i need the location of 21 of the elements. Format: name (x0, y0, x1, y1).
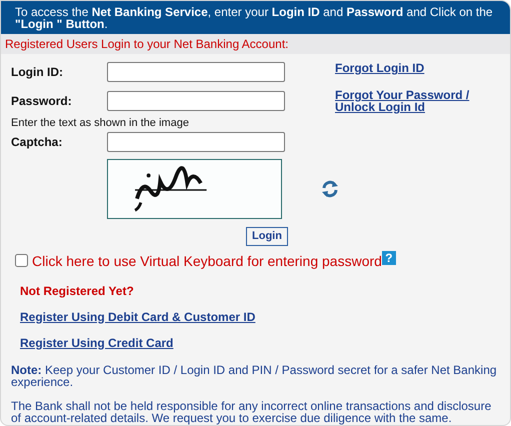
help-icon[interactable]: ? (382, 250, 396, 264)
field-label: Password: (11, 94, 73, 108)
virtual-keyboard-label[interactable]: Click here to use Virtual Keyboard for entering password (32, 252, 382, 268)
forgot-link[interactable]: Forgot Your Password / Unlock Login Id (335, 89, 510, 113)
captcha-field[interactable] (107, 132, 285, 152)
input-field[interactable] (107, 91, 285, 111)
register-link[interactable]: Register Using Debit Card & Customer ID (20, 310, 256, 324)
register-link[interactable]: Register Using Credit Card (20, 336, 174, 350)
refresh-icon[interactable] (320, 179, 340, 199)
note-text: Note: Keep your Customer ID / Login ID and PIN / Password secret for a safer Net Banking experience. (10, 364, 498, 388)
disclaimer-text: The Bank shall not be held responsible for any incorrect online transactions and disclosure of account-related details. We request you to exercise due diligence with the same. (10, 400, 492, 424)
not-registered-heading: Not Registered Yet? (20, 284, 134, 298)
instruction-banner: To access the Net Banking Service, enter your Login ID and Password and Click on the "Login " Button. (1, 1, 510, 34)
field-label: Login ID: (11, 65, 64, 79)
field-label: Captcha: (11, 135, 64, 149)
section-title: Registered Users Login to your Net Banking Account: (1, 34, 510, 54)
captcha-hint: Enter the text as shown in the image (11, 117, 190, 129)
checkbox[interactable] (15, 254, 28, 267)
forgot-link[interactable]: Forgot Login ID (335, 62, 510, 74)
login-button[interactable]: Login (246, 226, 288, 246)
input-field[interactable] (107, 62, 285, 82)
